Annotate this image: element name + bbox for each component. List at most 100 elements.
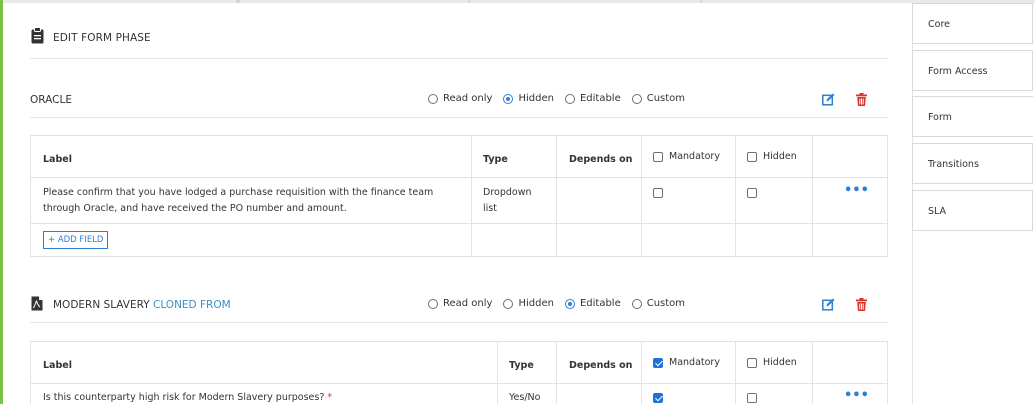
more-options-icon[interactable]: •••: [844, 184, 869, 197]
hidden-all-checkbox[interactable]: [747, 357, 757, 368]
phase-header-oracle: ORACLE Read only Hidden Editable Custom: [30, 82, 888, 118]
depends-on-column-header: Depends on: [569, 154, 633, 165]
radio-label: Read only: [443, 298, 493, 309]
field-hidden-checkbox[interactable]: [747, 188, 757, 198]
radio-hidden[interactable]: Hidden: [503, 298, 554, 309]
fields-table-oracle: Label Type Depends on Mandatory Hidden P…: [30, 135, 888, 257]
table-cell: [556, 224, 642, 256]
hidden-all-checkbox[interactable]: [747, 151, 757, 162]
sidebar-tab-core[interactable]: Core: [912, 3, 1033, 44]
radio-button[interactable]: [564, 93, 575, 104]
radio-button[interactable]: [428, 93, 438, 104]
sidebar-tab-transitions[interactable]: Transitions: [912, 143, 1033, 184]
field-label: Please confirm that you have lodged a pu…: [43, 185, 433, 217]
add-field-row: + ADD FIELD: [31, 224, 887, 256]
field-mandatory-checkbox[interactable]: [653, 393, 663, 403]
radio-button[interactable]: [503, 298, 514, 309]
header-cell: Type: [497, 342, 557, 383]
table-cell: [556, 178, 642, 223]
hidden-header-label: Hidden: [763, 357, 797, 368]
trash-icon[interactable]: [856, 93, 867, 106]
trash-icon[interactable]: [856, 298, 867, 311]
radio-hidden[interactable]: Hidden: [503, 93, 554, 104]
radio-label: Hidden: [518, 93, 554, 104]
header-cell: Depends on: [556, 136, 642, 177]
field-mandatory-checkbox[interactable]: [653, 188, 663, 198]
hidden-column-header: Hidden: [747, 357, 797, 368]
field-type: Dropdown list: [483, 185, 532, 217]
label-column-header: Label: [43, 154, 72, 165]
edit-icon[interactable]: [822, 93, 835, 106]
page-header: EDIT FORM PHASE: [30, 22, 888, 59]
edit-icon[interactable]: [822, 298, 835, 311]
table-cell: [812, 224, 888, 256]
table-row: Please confirm that you have lodged a pu…: [31, 178, 887, 224]
table-row: Is this counterparty high risk for Moder…: [31, 384, 887, 404]
table-header-row: Label Type Depends on Mandatory Hidden: [31, 342, 887, 384]
clipboard-icon: [31, 27, 44, 44]
radio-button[interactable]: [428, 298, 438, 309]
radio-button[interactable]: [631, 93, 642, 104]
table-cell: [641, 224, 736, 256]
add-field-button[interactable]: + ADD FIELD: [43, 231, 109, 249]
sidebar-tab-form-access[interactable]: Form Access: [912, 50, 1033, 91]
radio-editable[interactable]: Editable: [564, 93, 621, 104]
field-label-line: through Oracle, and have received the PO…: [43, 203, 347, 214]
radio-button[interactable]: [503, 93, 514, 104]
table-cell: •••: [812, 384, 887, 404]
label-column-header: Label: [43, 360, 72, 371]
radio-label: Hidden: [518, 298, 554, 309]
phase-name-text: MODERN SLAVERY: [53, 299, 150, 311]
permission-radio-group: Read only Hidden Editable Custom: [428, 298, 696, 309]
sidebar: Core Form Access Form Transitions SLA: [912, 3, 1035, 404]
fields-table-modern-slavery: Label Type Depends on Mandatory Hidden I…: [30, 341, 888, 404]
radio-custom[interactable]: Custom: [631, 298, 685, 309]
table-cell: [735, 384, 813, 404]
mandatory-all-checkbox[interactable]: [653, 151, 663, 162]
table-cell: + ADD FIELD: [31, 224, 472, 256]
type-column-header: Type: [509, 360, 534, 371]
header-cell: Label: [31, 342, 498, 383]
phase-name: MODERN SLAVERY CLONED FROM: [53, 299, 231, 311]
document-icon: [31, 296, 43, 311]
type-column-header: Type: [483, 154, 508, 165]
hidden-header-label: Hidden: [763, 151, 797, 162]
sidebar-tab-form[interactable]: Form: [912, 96, 1033, 137]
mandatory-all-checkbox[interactable]: [653, 357, 663, 368]
table-cell: Yes/No: [497, 384, 557, 404]
table-cell: [641, 178, 736, 223]
radio-editable[interactable]: Editable: [564, 298, 621, 309]
table-header-row: Label Type Depends on Mandatory Hidden: [31, 136, 887, 178]
mandatory-column-header: Mandatory: [653, 357, 720, 368]
header-cell: Mandatory: [641, 136, 736, 177]
page-title: EDIT FORM PHASE: [53, 32, 151, 44]
radio-label: Read only: [443, 93, 493, 104]
mandatory-header-label: Mandatory: [669, 151, 720, 162]
table-cell: [735, 224, 813, 256]
required-marker: *: [327, 392, 333, 403]
more-options-icon[interactable]: •••: [844, 389, 869, 402]
field-type-line: list: [483, 203, 497, 214]
radio-label: Editable: [579, 298, 621, 309]
phase-header-modern-slavery: MODERN SLAVERY CLONED FROM Read only Hid…: [30, 287, 888, 323]
header-cell: Hidden: [735, 342, 813, 383]
phase-name: ORACLE: [30, 94, 72, 106]
table-cell: [471, 224, 557, 256]
sidebar-tab-sla[interactable]: SLA: [912, 190, 1033, 231]
cloned-from-link[interactable]: CLONED FROM: [153, 299, 231, 311]
table-cell: [556, 384, 642, 404]
header-cell: Depends on: [556, 342, 642, 383]
radio-button[interactable]: [564, 298, 575, 309]
header-cell: Hidden: [735, 136, 813, 177]
table-cell: [641, 384, 736, 404]
radio-button[interactable]: [631, 298, 642, 309]
header-cell: Label: [31, 136, 472, 177]
field-hidden-checkbox[interactable]: [747, 393, 757, 403]
field-type-line: Dropdown: [483, 187, 532, 198]
header-cell: Type: [471, 136, 557, 177]
radio-read-only[interactable]: Read only: [428, 93, 492, 104]
header-cell: [812, 342, 887, 383]
radio-read-only[interactable]: Read only: [428, 298, 492, 309]
radio-label: Custom: [646, 93, 686, 104]
radio-custom[interactable]: Custom: [631, 93, 686, 104]
